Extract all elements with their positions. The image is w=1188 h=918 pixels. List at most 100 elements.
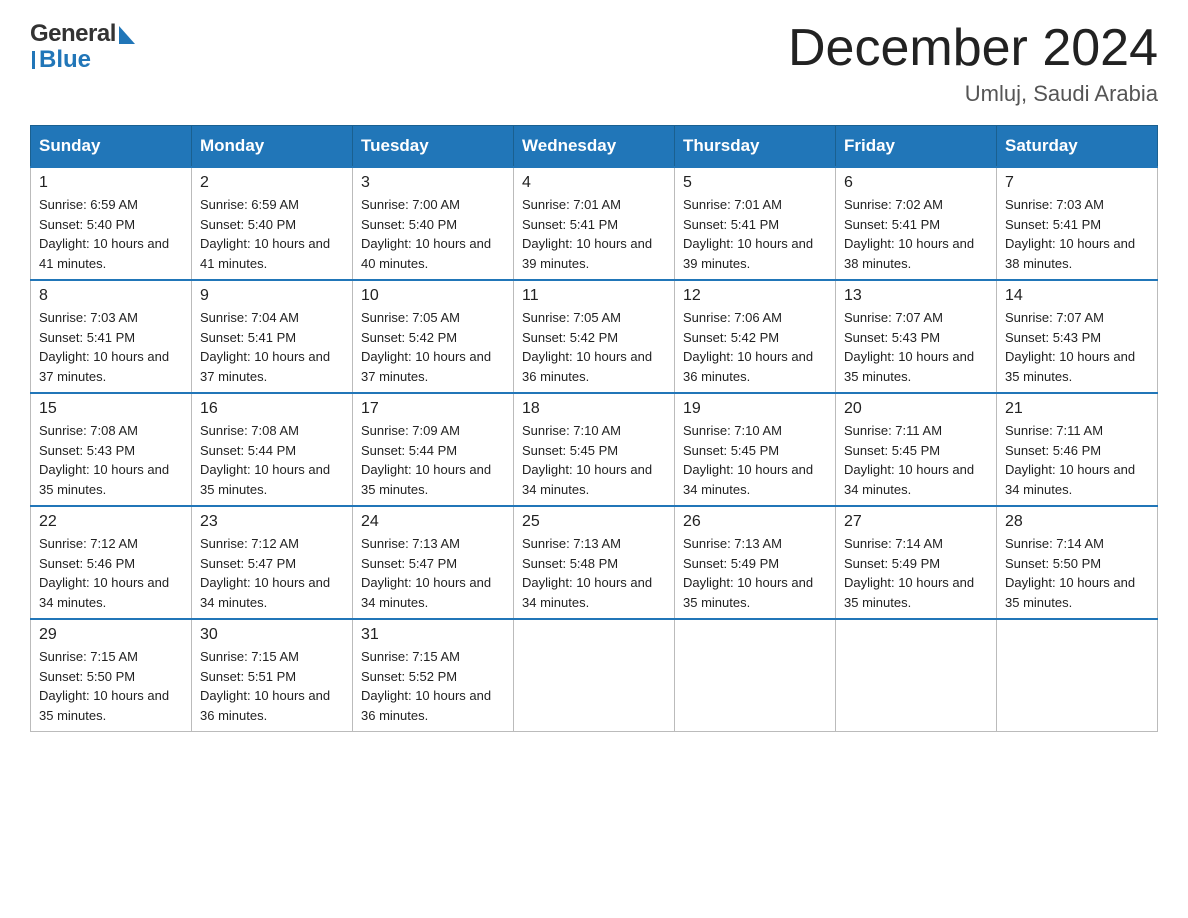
title-area: December 2024 Umluj, Saudi Arabia (788, 20, 1158, 107)
day-number: 12 (683, 287, 827, 305)
calendar-body: 1Sunrise: 6:59 AMSunset: 5:40 PMDaylight… (31, 167, 1158, 732)
day-number: 6 (844, 174, 988, 192)
day-number: 28 (1005, 513, 1149, 531)
day-number: 11 (522, 287, 666, 305)
day-number: 5 (683, 174, 827, 192)
calendar-cell: 18 Sunrise: 7:10 AMSunset: 5:45 PMDayligh… (514, 393, 675, 506)
day-info: Sunrise: 7:07 AMSunset: 5:43 PMDaylight:… (1005, 308, 1149, 386)
calendar-cell: 2Sunrise: 6:59 AMSunset: 5:40 PMDaylight… (192, 167, 353, 280)
calendar-cell: 24 Sunrise: 7:13 AMSunset: 5:47 PMDayligh… (353, 506, 514, 619)
day-number: 31 (361, 626, 505, 644)
day-info: Sunrise: 7:15 AMSunset: 5:52 PMDaylight:… (361, 647, 505, 725)
day-info: Sunrise: 7:11 AMSunset: 5:45 PMDaylight:… (844, 421, 988, 499)
calendar-cell (675, 619, 836, 732)
calendar-cell (514, 619, 675, 732)
day-number: 13 (844, 287, 988, 305)
header-thursday: Thursday (675, 126, 836, 168)
calendar-cell: 22Sunrise: 7:12 AMSunset: 5:46 PMDayligh… (31, 506, 192, 619)
day-number: 19 (683, 400, 827, 418)
calendar-cell: 12 Sunrise: 7:06 AMSunset: 5:42 PMDayligh… (675, 280, 836, 393)
day-info: Sunrise: 6:59 AMSunset: 5:40 PMDaylight:… (200, 195, 344, 273)
day-number: 9 (200, 287, 344, 305)
calendar-cell: 27 Sunrise: 7:14 AMSunset: 5:49 PMDayligh… (836, 506, 997, 619)
day-number: 29 (39, 626, 183, 644)
calendar-week-4: 22Sunrise: 7:12 AMSunset: 5:46 PMDayligh… (31, 506, 1158, 619)
day-info: Sunrise: 7:12 AMSunset: 5:46 PMDaylight:… (39, 534, 183, 612)
calendar-cell: 1Sunrise: 6:59 AMSunset: 5:40 PMDaylight… (31, 167, 192, 280)
calendar-week-1: 1Sunrise: 6:59 AMSunset: 5:40 PMDaylight… (31, 167, 1158, 280)
day-number: 14 (1005, 287, 1149, 305)
calendar-cell: 14 Sunrise: 7:07 AMSunset: 5:43 PMDayligh… (997, 280, 1158, 393)
day-info: Sunrise: 7:12 AMSunset: 5:47 PMDaylight:… (200, 534, 344, 612)
day-info: Sunrise: 7:02 AMSunset: 5:41 PMDaylight:… (844, 195, 988, 273)
day-info: Sunrise: 7:13 AMSunset: 5:49 PMDaylight:… (683, 534, 827, 612)
header-saturday: Saturday (997, 126, 1158, 168)
day-number: 23 (200, 513, 344, 531)
day-info: Sunrise: 7:15 AMSunset: 5:51 PMDaylight:… (200, 647, 344, 725)
calendar-cell: 17 Sunrise: 7:09 AMSunset: 5:44 PMDayligh… (353, 393, 514, 506)
header-wednesday: Wednesday (514, 126, 675, 168)
day-info: Sunrise: 7:01 AMSunset: 5:41 PMDaylight:… (522, 195, 666, 273)
day-info: Sunrise: 7:08 AMSunset: 5:44 PMDaylight:… (200, 421, 344, 499)
logo: General Blue (30, 20, 135, 74)
calendar-cell: 25 Sunrise: 7:13 AMSunset: 5:48 PMDayligh… (514, 506, 675, 619)
day-number: 21 (1005, 400, 1149, 418)
header-row: Sunday Monday Tuesday Wednesday Thursday… (31, 126, 1158, 168)
day-number: 27 (844, 513, 988, 531)
calendar-header: Sunday Monday Tuesday Wednesday Thursday… (31, 126, 1158, 168)
month-title: December 2024 (788, 20, 1158, 77)
header-friday: Friday (836, 126, 997, 168)
day-info: Sunrise: 7:10 AMSunset: 5:45 PMDaylight:… (522, 421, 666, 499)
day-info: Sunrise: 7:13 AMSunset: 5:47 PMDaylight:… (361, 534, 505, 612)
day-number: 16 (200, 400, 344, 418)
location-subtitle: Umluj, Saudi Arabia (788, 81, 1158, 107)
day-info: Sunrise: 7:13 AMSunset: 5:48 PMDaylight:… (522, 534, 666, 612)
calendar-cell: 10Sunrise: 7:05 AMSunset: 5:42 PMDayligh… (353, 280, 514, 393)
calendar-cell: 23 Sunrise: 7:12 AMSunset: 5:47 PMDayligh… (192, 506, 353, 619)
day-number: 4 (522, 174, 666, 192)
calendar-cell: 26Sunrise: 7:13 AMSunset: 5:49 PMDayligh… (675, 506, 836, 619)
header-monday: Monday (192, 126, 353, 168)
calendar-cell: 4 Sunrise: 7:01 AMSunset: 5:41 PMDaylight… (514, 167, 675, 280)
calendar-cell: 30 Sunrise: 7:15 AMSunset: 5:51 PMDayligh… (192, 619, 353, 732)
day-info: Sunrise: 7:14 AMSunset: 5:49 PMDaylight:… (844, 534, 988, 612)
calendar-cell: 21Sunrise: 7:11 AMSunset: 5:46 PMDayligh… (997, 393, 1158, 506)
day-number: 8 (39, 287, 183, 305)
calendar-cell: 13Sunrise: 7:07 AMSunset: 5:43 PMDayligh… (836, 280, 997, 393)
calendar-cell: 16 Sunrise: 7:08 AMSunset: 5:44 PMDayligh… (192, 393, 353, 506)
day-info: Sunrise: 7:03 AMSunset: 5:41 PMDaylight:… (1005, 195, 1149, 273)
calendar-cell: 31 Sunrise: 7:15 AMSunset: 5:52 PMDayligh… (353, 619, 514, 732)
calendar-cell: 15 Sunrise: 7:08 AMSunset: 5:43 PMDayligh… (31, 393, 192, 506)
page-header: General Blue December 2024 Umluj, Saudi … (30, 20, 1158, 107)
calendar-week-5: 29Sunrise: 7:15 AMSunset: 5:50 PMDayligh… (31, 619, 1158, 732)
day-info: Sunrise: 7:06 AMSunset: 5:42 PMDaylight:… (683, 308, 827, 386)
calendar-cell (997, 619, 1158, 732)
calendar-cell: 6 Sunrise: 7:02 AMSunset: 5:41 PMDaylight… (836, 167, 997, 280)
day-info: Sunrise: 7:03 AMSunset: 5:41 PMDaylight:… (39, 308, 183, 386)
calendar-table: Sunday Monday Tuesday Wednesday Thursday… (30, 125, 1158, 732)
calendar-cell: 7 Sunrise: 7:03 AMSunset: 5:41 PMDaylight… (997, 167, 1158, 280)
day-number: 24 (361, 513, 505, 531)
day-number: 7 (1005, 174, 1149, 192)
day-info: Sunrise: 7:08 AMSunset: 5:43 PMDaylight:… (39, 421, 183, 499)
day-number: 15 (39, 400, 183, 418)
calendar-cell: 28 Sunrise: 7:14 AMSunset: 5:50 PMDayligh… (997, 506, 1158, 619)
day-info: Sunrise: 7:04 AMSunset: 5:41 PMDaylight:… (200, 308, 344, 386)
calendar-cell: 3Sunrise: 7:00 AMSunset: 5:40 PMDaylight… (353, 167, 514, 280)
calendar-week-2: 8 Sunrise: 7:03 AMSunset: 5:41 PMDaylight… (31, 280, 1158, 393)
header-sunday: Sunday (31, 126, 192, 168)
day-number: 30 (200, 626, 344, 644)
calendar-cell: 8 Sunrise: 7:03 AMSunset: 5:41 PMDaylight… (31, 280, 192, 393)
day-info: Sunrise: 7:14 AMSunset: 5:50 PMDaylight:… (1005, 534, 1149, 612)
calendar-week-3: 15 Sunrise: 7:08 AMSunset: 5:43 PMDayligh… (31, 393, 1158, 506)
day-number: 3 (361, 174, 505, 192)
logo-general-text: General (30, 20, 116, 48)
day-number: 18 (522, 400, 666, 418)
day-number: 25 (522, 513, 666, 531)
day-number: 17 (361, 400, 505, 418)
calendar-cell: 20 Sunrise: 7:11 AMSunset: 5:45 PMDayligh… (836, 393, 997, 506)
calendar-cell (836, 619, 997, 732)
day-number: 20 (844, 400, 988, 418)
day-number: 10 (361, 287, 505, 305)
day-info: Sunrise: 7:09 AMSunset: 5:44 PMDaylight:… (361, 421, 505, 499)
